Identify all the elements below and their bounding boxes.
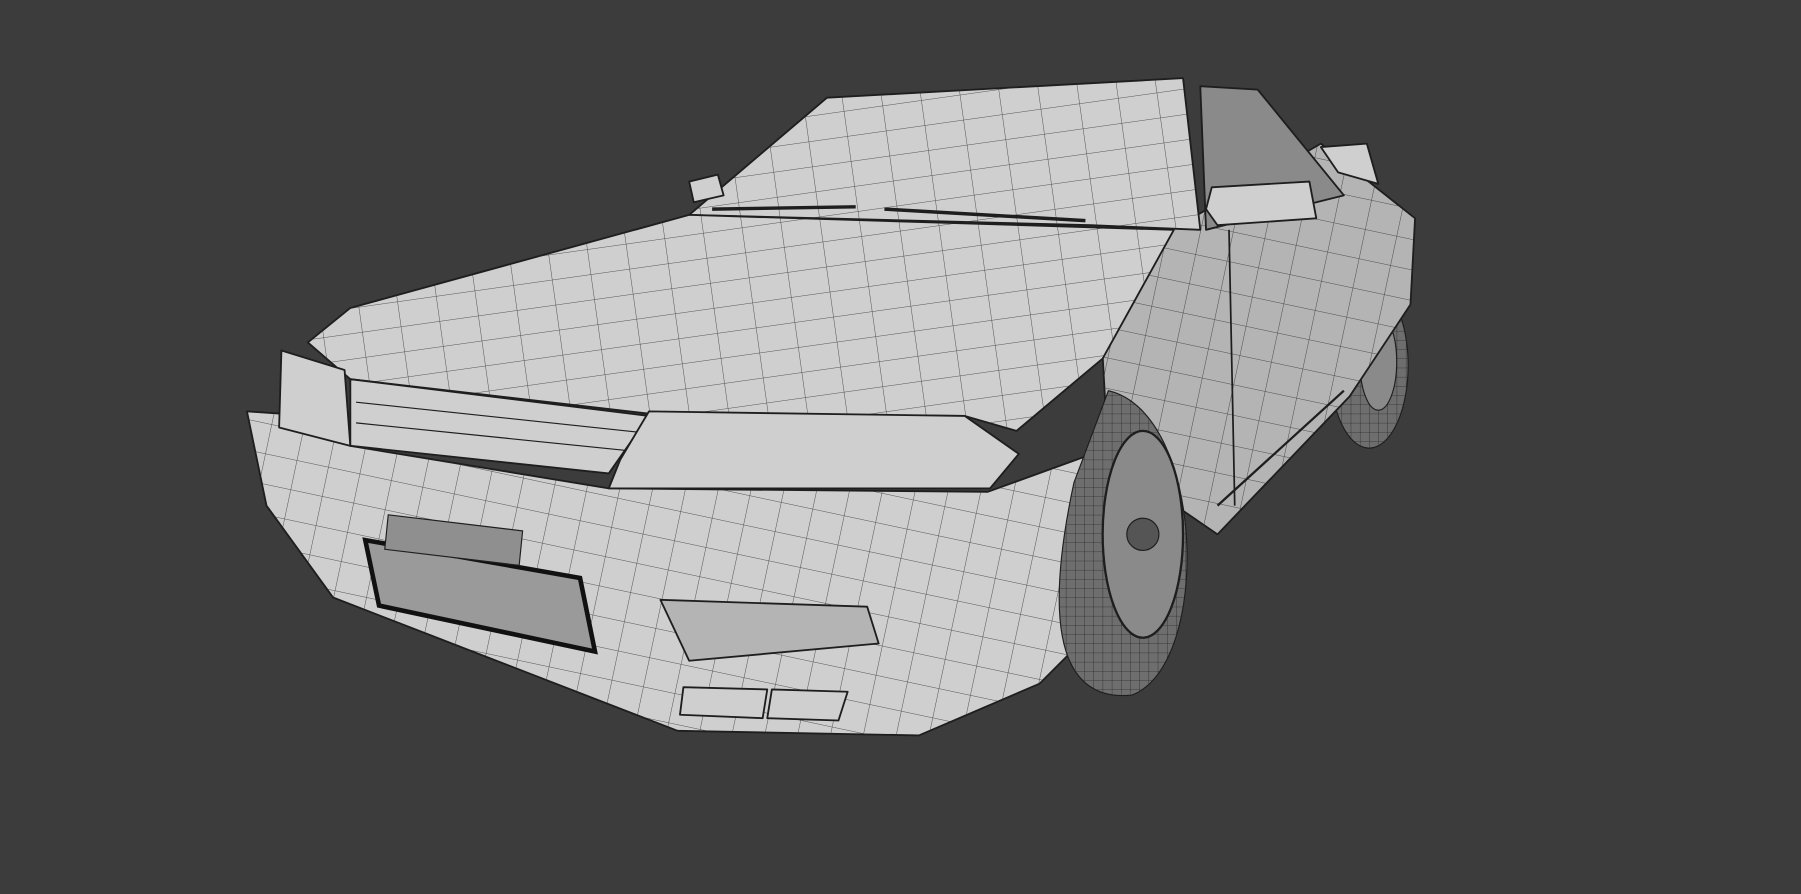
wiper-left bbox=[712, 205, 856, 211]
3d-viewport[interactable] bbox=[0, 0, 1801, 894]
car-mesh-render bbox=[246, 77, 1416, 737]
wheel-hub bbox=[1126, 517, 1160, 551]
right-mirror bbox=[1205, 180, 1318, 227]
headlight-right bbox=[607, 410, 1020, 490]
fog-light-left bbox=[679, 686, 769, 720]
fog-light-right bbox=[766, 688, 849, 722]
